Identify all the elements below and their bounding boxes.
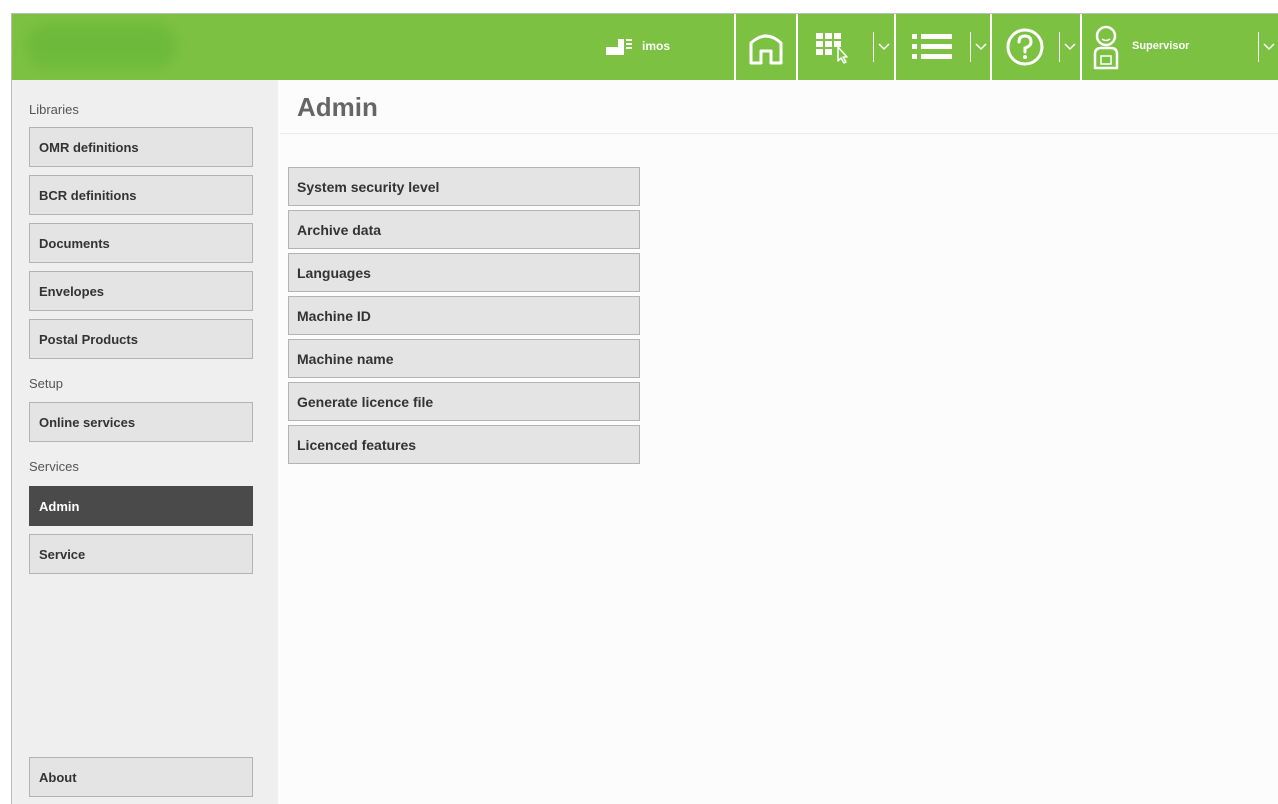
section-label-setup: Setup (29, 376, 63, 391)
imos-icon (606, 39, 632, 55)
help-button[interactable] (992, 14, 1058, 80)
sidebar-item-online-services[interactable]: Online services (29, 402, 253, 442)
help-icon (1006, 28, 1044, 66)
toolbar-separator (1258, 32, 1259, 62)
list-button[interactable] (896, 14, 968, 80)
languages-button[interactable]: Languages (288, 253, 640, 292)
section-label-libraries: Libraries (29, 102, 79, 117)
sidebar-item-postal-products[interactable]: Postal Products (29, 319, 253, 359)
user-icon (1093, 25, 1119, 70)
sidebar-item-bcr-definitions[interactable]: BCR definitions (29, 175, 253, 215)
chevron-down-icon (1263, 43, 1275, 51)
list-dropdown-button[interactable] (971, 14, 991, 80)
chevron-down-icon (1064, 43, 1076, 51)
machine-id-button[interactable]: Machine ID (288, 296, 640, 335)
imos-label: imos (642, 39, 671, 53)
help-dropdown-button[interactable] (1060, 14, 1080, 80)
top-bar: imos Supervisor (12, 14, 1278, 80)
machine-name-button[interactable]: Machine name (288, 339, 640, 378)
user-name[interactable]: Supervisor (1132, 40, 1189, 52)
sidebar-item-documents[interactable]: Documents (29, 223, 253, 263)
chevron-down-icon (975, 43, 987, 51)
apps-icon (816, 33, 848, 64)
apps-dropdown-button[interactable] (874, 14, 894, 80)
apps-button[interactable] (798, 14, 870, 80)
brand-logo (26, 24, 176, 68)
sidebar-item-admin[interactable]: Admin (29, 486, 253, 526)
list-icon (912, 34, 952, 59)
title-divider (280, 133, 1278, 134)
sidebar-item-service[interactable]: Service (29, 534, 253, 574)
sidebar-item-omr-definitions[interactable]: OMR definitions (29, 127, 253, 167)
archive-data-button[interactable]: Archive data (288, 210, 640, 249)
toolbar-divider (1080, 14, 1082, 80)
user-button[interactable] (1084, 14, 1128, 80)
user-dropdown-button[interactable] (1260, 14, 1278, 80)
sidebar-item-envelopes[interactable]: Envelopes (29, 271, 253, 311)
about-button[interactable]: About (29, 757, 253, 797)
home-button[interactable] (736, 14, 796, 80)
home-icon (749, 34, 783, 65)
generate-licence-file-button[interactable]: Generate licence file (288, 382, 640, 421)
imos-status[interactable]: imos (604, 34, 670, 58)
chevron-down-icon (878, 43, 890, 51)
page-title: Admin (297, 92, 378, 122)
section-label-services: Services (29, 459, 79, 474)
licenced-features-button[interactable]: Licenced features (288, 425, 640, 464)
system-security-level-button[interactable]: System security level (288, 167, 640, 206)
